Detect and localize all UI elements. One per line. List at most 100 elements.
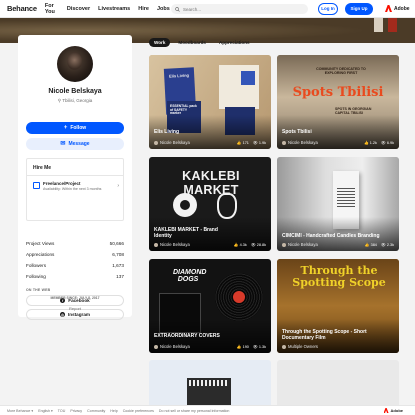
project-owner[interactable]: Nicole Belskaya [154,344,190,349]
stat-value: 6,708 [112,252,124,257]
nav-livestreams[interactable]: Livestreams [98,6,130,12]
owner-avatar [154,242,158,247]
adobe-link[interactable]: Adobe [385,5,410,12]
building-windows [189,380,229,386]
stat-row[interactable]: Following 137 [26,274,124,285]
owner-avatar [282,344,286,349]
stat-value: 1,673 [112,263,124,268]
project-stats: 👍 384 👁 2.3k [365,242,394,247]
stat-value: 137 [116,274,124,279]
login-button[interactable]: Log In [318,3,338,15]
artwork-headline: KAKLEBI MARKET [182,169,240,197]
views-count: 👁 28.8k [250,243,266,247]
footer-cookie-preferences[interactable]: Cookie preferences [123,409,154,413]
views-count: 👁 1.3k [252,345,266,349]
on-the-web-heading: ON THE WEB [26,288,51,292]
stat-row: Appreciations 6,708 [26,252,124,263]
stat-label: Appreciations [26,252,55,257]
footer-adobe-link[interactable]: Adobe [383,408,408,413]
nav-hire[interactable]: Hire [138,6,149,12]
message-button[interactable]: ✉ Message [26,138,124,150]
footer-language[interactable]: English ▾ [38,409,53,413]
divider [27,175,123,176]
stat-row[interactable]: Followers 1,673 [26,263,124,274]
tab-appreciations[interactable]: Appreciations [214,38,255,47]
project-card[interactable]: Elis Living ESSENTIAL pack of SAFETY mar… [149,55,271,149]
project-card[interactable]: CIMCIMI - Handcrafted Candles Branding N… [277,157,399,251]
footer-privacy[interactable]: Privacy [70,409,82,413]
report-link[interactable]: Report [0,306,150,311]
search-icon [175,6,180,12]
profile-location: ⚲ Tbilisi, Georgia [18,98,132,104]
adobe-logo-icon [383,408,389,413]
nav-discover[interactable]: Discover [67,6,90,12]
chevron-right-icon: › [117,183,119,189]
project-card[interactable]: COMMUNITY DEDICATED TO EXPLORING FIRST S… [277,55,399,149]
stat-label: Following [26,274,46,279]
project-card[interactable]: KAKLEBI MARKET KAKLEBI MARKET - Brand Id… [149,157,271,251]
profile-name: Nicole Belskaya [48,88,102,95]
banner-ribbon [388,18,397,32]
project-owner[interactable]: Multiple Owners [282,344,318,349]
stat-label: Followers [26,263,47,268]
profile-tabs: Work Moodboards Appreciations [149,38,258,47]
hire-freelance-item[interactable]: Freelance/Project Availability: Within t… [33,181,119,195]
avatar [57,46,93,82]
project-card[interactable]: DIAMOND DOGS EXTRAORDINARY COVERS Nicole… [149,259,271,353]
flower-center [180,200,190,210]
owner-name: Nicole Belskaya [288,242,318,247]
footer-help[interactable]: Help [110,409,117,413]
project-title: CIMCIMI - Handcrafted Candles Branding [282,233,380,239]
follow-label: Follow [70,125,87,131]
owner-name: Multiple Owners [288,344,319,349]
footer-do-not-sell[interactable]: Do not sell or share my personal informa… [159,409,230,413]
tab-work[interactable]: Work [149,38,171,47]
document-icon [33,182,40,189]
owner-name: Nicole Belskaya [288,140,318,145]
project-stats: 👍 1.2k 👁 6.9k [364,140,394,145]
footer-tou[interactable]: TOU [58,409,66,413]
stat-label: Project Views [26,241,55,246]
instagram-label: Instagram [68,312,90,317]
project-owner[interactable]: Nicole Belskaya [282,242,318,247]
nav-for-you[interactable]: For You [45,3,59,15]
project-stats: 👍 190 👁 1.3k [237,344,266,349]
project-owner[interactable]: Nicole Belskaya [154,140,190,145]
footer: More Behance ▾ English ▾ TOU Privacy Com… [0,405,415,415]
follow-button[interactable]: + Follow [26,122,124,134]
owner-name: Nicole Belskaya [160,344,190,349]
member-since: MEMBER SINCE: JULY 8, 2017 [50,296,100,300]
footer-more-behance[interactable]: More Behance ▾ [7,409,33,413]
adobe-label: Adobe [394,5,410,12]
artwork-headline: DIAMOND DOGS [173,269,207,283]
tab-moodboards[interactable]: Moodboards [173,38,211,47]
stat-row: Project Views 50,666 [26,241,124,252]
project-title: Spots Tbilisi [282,129,312,135]
location-text: Tbilisi, Georgia [62,98,93,103]
views-count: 👁 6.9k [380,141,394,145]
views-value: 2.3k [386,243,394,247]
project-card[interactable] [149,360,271,405]
footer-adobe-label: Adobe [390,408,403,413]
views-value: 28.8k [256,243,266,247]
project-owner[interactable]: Nicole Belskaya [282,140,318,145]
likes-value: 4.3k [239,243,247,247]
footer-community[interactable]: Community [87,409,105,413]
project-card[interactable]: Through the Spotting Scope Through the S… [277,259,399,353]
signup-button[interactable]: Sign Up [345,3,373,15]
book-page-accent [241,71,255,85]
project-card[interactable] [277,360,399,405]
project-title: Through the Spotting Scope - Short Docum… [282,329,367,341]
project-title: KAKLEBI MARKET - Brand Identity [154,227,218,239]
search-input[interactable] [183,6,293,12]
likes-value: 190 [242,345,249,349]
search-bar[interactable] [171,4,308,14]
likes-count: 👍 1.2k [363,141,377,145]
artwork-headline: Spots Tbilisi [292,85,384,100]
behance-logo[interactable]: Behance [7,4,37,13]
project-stats: 👍 171 👁 1.9k [237,140,266,145]
project-owner[interactable]: Nicole Belskaya [154,242,190,247]
plus-icon: + [63,125,68,131]
nav-jobs[interactable]: Jobs [157,6,170,12]
likes-count: 👍 171 [236,141,249,145]
